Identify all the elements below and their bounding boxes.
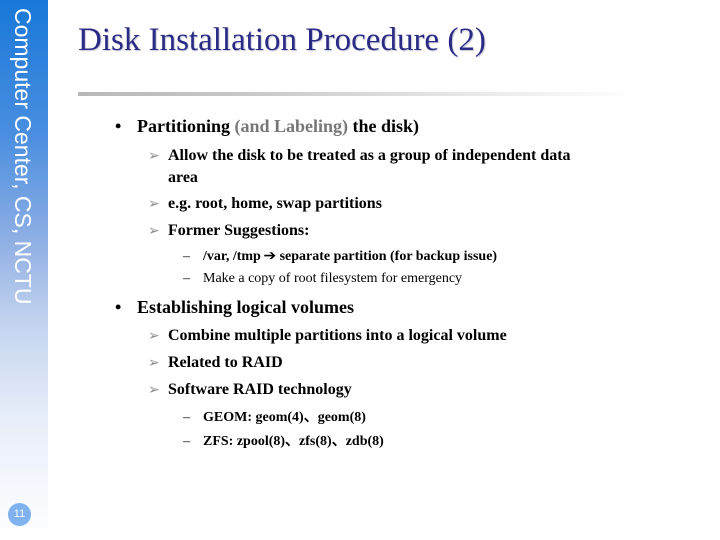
bullet-text: Establishing logical volumes bbox=[137, 297, 355, 317]
sub-bullet-allow: ➢ Allow the disk to be treated as a group… bbox=[148, 145, 571, 188]
sub-bullet-software-raid: ➢ Software RAID technology bbox=[148, 379, 352, 401]
right-arrow-icon: ➔ bbox=[263, 249, 277, 264]
sub-bullet-text: Software RAID technology bbox=[168, 381, 352, 398]
dash-bullet-icon: – bbox=[183, 434, 190, 449]
arrowhead-bullet-icon: ➢ bbox=[148, 383, 160, 398]
sub-sub-bullet-var-tmp: –/var, /tmp ➔ separate partition (for ba… bbox=[183, 248, 497, 265]
sub-bullet-text: e.g. root, home, swap partitions bbox=[168, 195, 382, 212]
sub-bullet-text: Related to RAID bbox=[168, 354, 283, 371]
bullet-text-gray: (and Labeling) bbox=[234, 116, 349, 136]
sub-bullet-continuation: area bbox=[168, 169, 198, 186]
slide-title: Disk Installation Procedure (2) bbox=[78, 22, 486, 58]
sub-sub-bullet-geom: – GEOM: geom(4)、geom(8) bbox=[183, 406, 366, 426]
sidebar-organization-title: Computer Center, CS, NCTU bbox=[10, 8, 36, 305]
sub-sub-bullet-text: Make a copy of root filesystem for emerg… bbox=[203, 271, 463, 286]
arrowhead-bullet-icon: ➢ bbox=[148, 149, 160, 164]
sub-sub-bullet-text: GEOM: geom(4)、geom(8) bbox=[203, 410, 366, 425]
sub-sub-bullet-text: separate partition (for backup issue) bbox=[279, 249, 498, 264]
sub-sub-bullet-copy-root: – Make a copy of root filesystem for emer… bbox=[183, 271, 462, 287]
title-divider bbox=[78, 92, 638, 96]
sub-bullet-former-suggestions: ➢ Former Suggestions: bbox=[148, 220, 309, 242]
sub-bullet-combine: ➢ Combine multiple partitions into a logi… bbox=[148, 325, 507, 347]
sidebar-banner: Computer Center, CS, NCTU 11 bbox=[0, 0, 48, 540]
sub-sub-bullet-zfs: – ZFS: zpool(8)、zfs(8)、zdb(8) bbox=[183, 430, 384, 450]
sub-bullet-example: ➢ e.g. root, home, swap partitions bbox=[148, 193, 382, 215]
bullet-dot-icon: • bbox=[115, 116, 122, 136]
page-number-badge: 11 bbox=[8, 503, 31, 526]
sub-bullet-text: Combine multiple partitions into a logic… bbox=[168, 327, 507, 344]
bullet-text: Partitioning bbox=[137, 116, 235, 136]
bullet-logical-volumes: • Establishing logical volumes bbox=[115, 297, 354, 318]
dash-bullet-icon: – bbox=[183, 249, 190, 264]
arrowhead-bullet-icon: ➢ bbox=[148, 224, 160, 239]
sub-bullet-text: Allow the disk to be treated as a group … bbox=[168, 147, 571, 164]
dash-bullet-icon: – bbox=[183, 271, 190, 286]
dash-bullet-icon: – bbox=[183, 410, 190, 425]
sub-bullet-raid: ➢ Related to RAID bbox=[148, 352, 283, 374]
bullet-partitioning: • Partitioning (and Labeling) the disk) bbox=[115, 116, 419, 137]
sub-sub-bullet-text: ZFS: zpool(8)、zfs(8)、zdb(8) bbox=[203, 434, 384, 449]
sub-sub-bullet-text: /var, /tmp bbox=[203, 249, 261, 264]
arrowhead-bullet-icon: ➢ bbox=[148, 356, 160, 371]
arrowhead-bullet-icon: ➢ bbox=[148, 329, 160, 344]
sub-bullet-text: Former Suggestions: bbox=[168, 222, 310, 239]
bullet-text: the disk) bbox=[348, 116, 420, 136]
bullet-dot-icon: • bbox=[115, 297, 122, 317]
arrowhead-bullet-icon: ➢ bbox=[148, 197, 160, 212]
